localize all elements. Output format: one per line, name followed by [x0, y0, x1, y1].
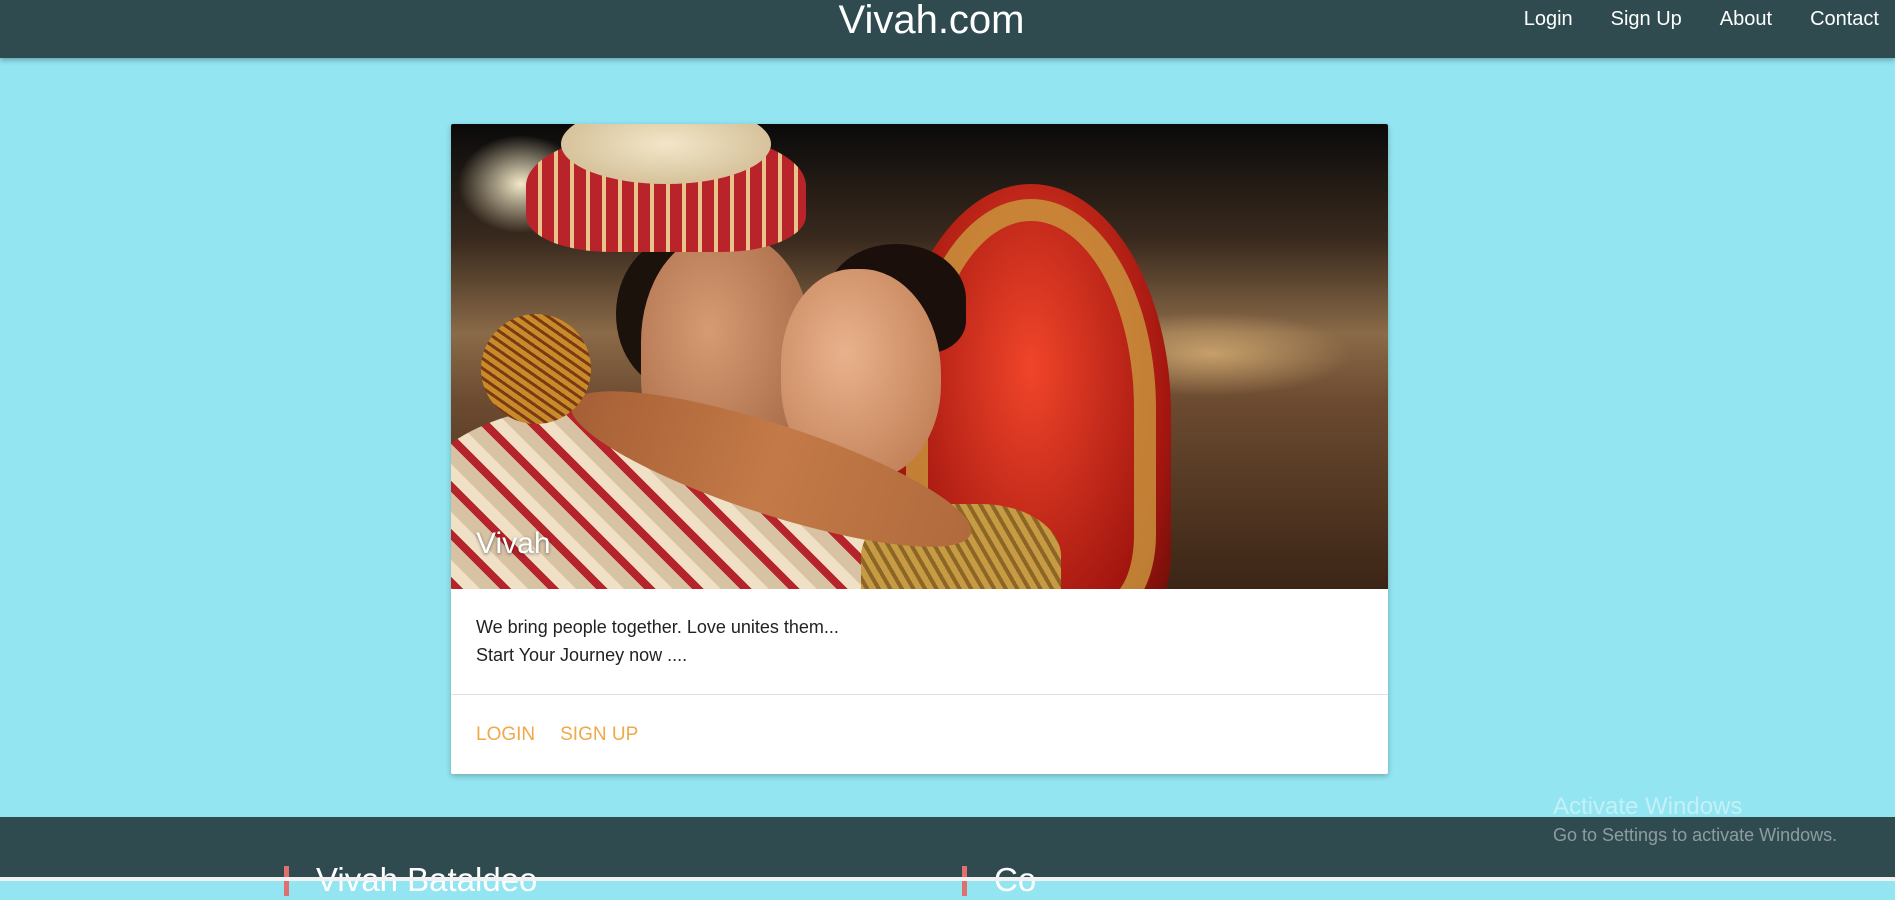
- brand-logo-link[interactable]: Vivah.com: [838, 0, 1024, 42]
- card-title: Vivah: [476, 527, 551, 560]
- card-content: We bring people together. Love unites th…: [451, 589, 1388, 695]
- hero-card: Vivah We bring people together. Love uni…: [451, 124, 1388, 774]
- card-actions: Login Sign Up: [451, 695, 1388, 774]
- watermark-title: Activate Windows: [1553, 793, 1743, 820]
- nav-links: Login Sign Up About Contact: [1505, 0, 1895, 38]
- navbar: Vivah.com Login Sign Up About Contact: [0, 0, 1895, 58]
- call-to-action-text: Start Your Journey now ....: [476, 645, 688, 665]
- footer-accent-bar: [284, 866, 289, 896]
- watermark-subtitle: Go to Settings to activate Windows.: [1553, 825, 1838, 845]
- horizontal-scrollbar[interactable]: [0, 877, 1895, 881]
- couple-photo: Vivah: [451, 124, 1388, 589]
- windows-activation-watermark: Activate Windows Go to Settings to activ…: [1553, 793, 1837, 847]
- tagline: We bring people together. Love unites th…: [476, 617, 839, 637]
- footer-accent-bar: [962, 866, 967, 896]
- nav-contact-link[interactable]: Contact: [1791, 0, 1895, 38]
- nav-login-link[interactable]: Login: [1505, 0, 1592, 38]
- card-login-link[interactable]: Login: [476, 724, 535, 746]
- card-signup-link[interactable]: Sign Up: [560, 724, 638, 746]
- nav-signup-link[interactable]: Sign Up: [1592, 0, 1701, 38]
- nav-about-link[interactable]: About: [1701, 0, 1791, 38]
